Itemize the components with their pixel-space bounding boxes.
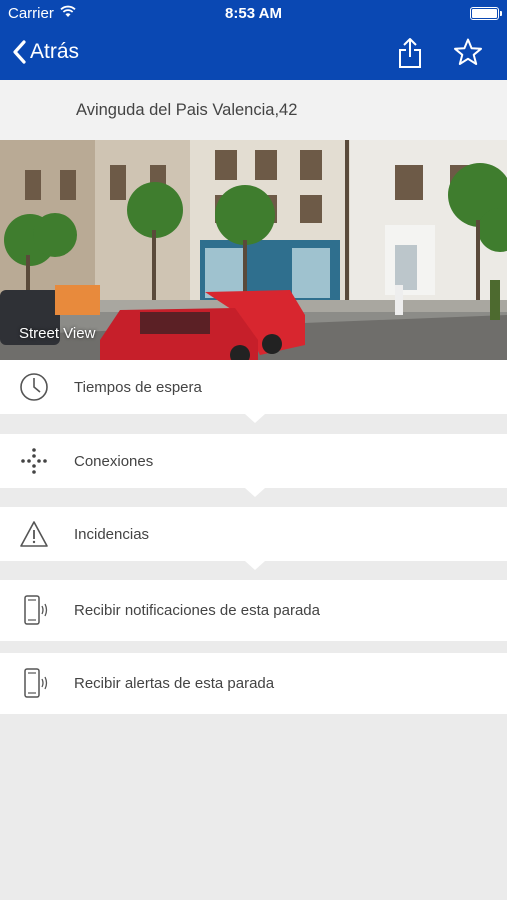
- menu-item-conexiones[interactable]: Conexiones: [0, 434, 507, 497]
- clock-icon: [18, 371, 50, 403]
- menu-item-recibir-alertas[interactable]: Recibir alertas de esta parada: [0, 653, 507, 714]
- menu-item-label: Recibir notificaciones de esta parada: [74, 602, 320, 619]
- share-icon[interactable]: [397, 37, 423, 69]
- street-view-label: Street View: [19, 325, 96, 342]
- expand-indicator: [245, 488, 265, 497]
- phone-alert-icon: [18, 667, 50, 699]
- connections-icon: [18, 445, 50, 477]
- battery-icon: [470, 7, 502, 20]
- stop-address-bar: Avinguda del Pais Valencia,42: [0, 80, 507, 140]
- expand-indicator: [245, 414, 265, 423]
- phone-notification-icon: [18, 594, 50, 626]
- star-icon[interactable]: [452, 37, 484, 69]
- status-time: 8:53 AM: [225, 5, 282, 22]
- street-view-image[interactable]: Street View: [0, 140, 507, 360]
- chevron-left-icon: [13, 40, 26, 64]
- back-label: Atrás: [30, 40, 80, 63]
- menu-item-recibir-notificaciones[interactable]: Recibir notificaciones de esta parada: [0, 580, 507, 641]
- warning-icon: [18, 518, 50, 550]
- navigation-header: Carrier 8:53 AM Atrás: [0, 0, 507, 80]
- menu-item-incidencias[interactable]: Incidencias: [0, 507, 507, 570]
- stop-address: Avinguda del Pais Valencia,42: [76, 101, 298, 119]
- back-button[interactable]: Atrás: [12, 36, 79, 68]
- expand-indicator: [245, 561, 265, 570]
- menu-item-label: Conexiones: [74, 453, 154, 470]
- menu-item-label: Recibir alertas de esta parada: [74, 675, 275, 692]
- menu-item-tiempos-de-espera[interactable]: Tiempos de espera: [0, 360, 507, 423]
- status-bar: Carrier 8:53 AM: [0, 0, 507, 28]
- menu-item-label: Tiempos de espera: [74, 379, 202, 396]
- menu-item-label: Incidencias: [74, 526, 150, 543]
